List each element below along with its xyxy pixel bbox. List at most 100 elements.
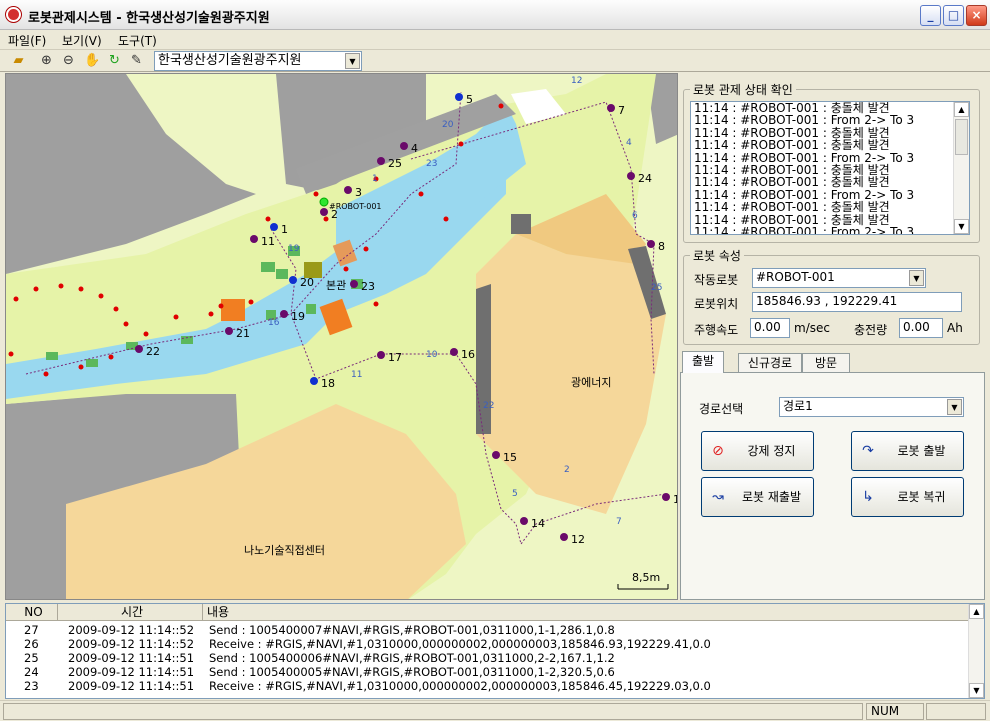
menu-bar: 파일(F) 보기(V) 도구(T) [0,30,990,50]
map-node-12[interactable] [560,533,568,541]
return-button[interactable]: ↳ 로봇 복귀 [851,477,964,517]
speed-field[interactable]: 0.00 [750,318,790,338]
robot-label: #ROBOT-001 [329,202,382,211]
scroll-up-icon[interactable]: ▲ [969,604,984,619]
map-node-19[interactable] [280,310,288,318]
map-node-7[interactable] [607,104,615,112]
log-row[interactable]: 23 2009-09-12 11:14::51 Receive : #RGIS,#N… [6,679,970,693]
map-node-5[interactable] [455,93,463,101]
scroll-thumb[interactable] [955,119,968,155]
toolbar: ▰ ⊕ ⊖ ✋ ↻ ✎ 한국생산성기술원광주지원 ▼ [0,50,990,72]
map-node-25[interactable] [377,157,385,165]
status-scrollbar[interactable]: ▲ ▼ [953,102,969,234]
energy-building-label: 광에너지 [571,376,611,389]
map-edge-label: 5 [512,489,518,499]
charge-label: 충전량 [854,323,888,337]
status-message-list[interactable]: 11:14 : #ROBOT-001 : 충돌체 발견 11:14 : #ROBO… [690,101,970,235]
menu-view[interactable]: 보기(V) [62,32,102,49]
status-message[interactable]: 11:14 : #ROBOT-001 : From 2-> To 3 [694,226,969,234]
pan-hand-icon[interactable]: ✋ [84,52,101,69]
active-robot-value: #ROBOT-001 [756,270,835,284]
chevron-down-icon[interactable]: ▼ [909,270,924,286]
status-bar: NUM [0,700,990,721]
map-block [221,299,245,321]
log-col-no[interactable]: NO [6,604,58,621]
map-node-15[interactable] [492,451,500,459]
menu-tools[interactable]: 도구(T) [118,32,157,49]
map-node-1[interactable] [270,223,278,231]
map-node-label: 25 [388,157,402,170]
active-robot-select[interactable]: #ROBOT-001 ▼ [752,268,926,288]
map-node-14[interactable] [520,517,528,525]
close-button[interactable]: × [966,5,987,26]
depart-button[interactable]: ↷ 로봇 출발 [851,431,964,471]
tab-visit[interactable]: 방문 [802,353,850,373]
open-folder-icon[interactable]: ▰ [10,52,27,69]
log-row[interactable]: 26 2009-09-12 11:14::52 Receive : #RGIS,#N… [6,637,970,651]
robot-marker[interactable] [319,197,329,207]
map-node-17[interactable] [377,351,385,359]
map-node-8[interactable] [647,240,655,248]
map-node-24[interactable] [627,172,635,180]
log-scrollbar[interactable]: ▲ ▼ [968,604,984,698]
log-row[interactable]: 24 2009-09-12 11:14::51 Send : 1005400005#… [6,665,970,679]
map-node-label: 19 [291,310,305,323]
tab-depart[interactable]: 출발 [682,351,724,373]
scale-label: 8,5m [632,571,660,584]
tab-new-route[interactable]: 신규경로 [738,353,802,373]
map-node-label: 8 [658,240,665,253]
map-edge-label: 22 [483,401,494,411]
status-message[interactable]: 11:14 : #ROBOT-001 : 충돌체 발견 [694,201,969,214]
status-pane-extra [926,703,986,720]
map-node-22[interactable] [135,345,143,353]
log-row[interactable]: 25 2009-09-12 11:14::51 Send : 1005400006#… [6,651,970,665]
restart-button[interactable]: ↝ 로봇 재출발 [701,477,814,517]
map-node-23[interactable] [350,280,358,288]
maximize-button[interactable]: □ [943,5,964,26]
status-message[interactable]: 11:14 : #ROBOT-001 : From 2-> To 3 [694,114,969,127]
log-cell-no: 23 [24,679,39,693]
map-node-2[interactable] [320,208,328,216]
speed-unit: m/sec [794,321,830,335]
route-select[interactable]: 경로1 ▼ [779,397,964,417]
zoom-out-icon[interactable]: ⊖ [60,52,77,69]
force-stop-button[interactable]: ⊘ 강제 정지 [701,431,814,471]
map-node-16[interactable] [450,348,458,356]
status-message[interactable]: 11:14 : #ROBOT-001 : 충돌체 발견 [694,139,969,152]
scroll-down-icon[interactable]: ▼ [954,219,969,234]
menu-file[interactable]: 파일(F) [8,32,46,49]
map-node-4[interactable] [400,142,408,150]
map-node-label: 16 [461,348,475,361]
log-cell-time: 2009-09-12 11:14::51 [68,665,195,679]
zoom-in-icon[interactable]: ⊕ [38,52,55,69]
log-cell-no: 24 [24,665,39,679]
chevron-down-icon[interactable]: ▼ [345,53,360,69]
robot-position-field[interactable]: 185846.93 , 192229.41 [752,292,962,312]
map-node-18[interactable] [310,377,318,385]
scroll-up-icon[interactable]: ▲ [954,102,969,117]
pencil-icon[interactable]: ✎ [128,52,145,69]
campus-map[interactable]: 1234578111213141516171819202122232425122… [5,73,678,600]
map-node-11[interactable] [250,235,258,243]
map-node-21[interactable] [225,327,233,335]
log-col-content[interactable]: 내용 [203,604,970,621]
map-node-3[interactable] [344,186,352,194]
return-label: 로봇 복귀 [897,490,946,504]
chevron-down-icon[interactable]: ▼ [947,399,962,415]
map-node-label: 12 [571,533,585,546]
scroll-down-icon[interactable]: ▼ [969,683,984,698]
map-node-20[interactable] [289,276,297,284]
status-message[interactable]: 11:14 : #ROBOT-001 : 충돌체 발견 [694,176,969,189]
map-edge-label: 20 [442,120,454,130]
charge-field[interactable]: 0.00 [899,318,943,338]
site-select[interactable]: 한국생산성기술원광주지원 ▼ [154,51,362,71]
map-node-13[interactable] [662,493,670,501]
minimize-button[interactable]: _ [920,5,941,26]
message-log-table[interactable]: NO 시간 내용 27 2009-09-12 11:14::52 Send : 10… [5,603,985,699]
map-canvas[interactable]: 1234578111213141516171819202122232425122… [6,74,678,600]
log-row[interactable]: 27 2009-09-12 11:14::52 Send : 1005400007#… [6,623,970,637]
map-node-label: 14 [531,517,545,530]
map-edge-label: 6 [632,211,638,221]
refresh-icon[interactable]: ↻ [106,52,123,69]
log-col-time[interactable]: 시간 [58,604,203,621]
